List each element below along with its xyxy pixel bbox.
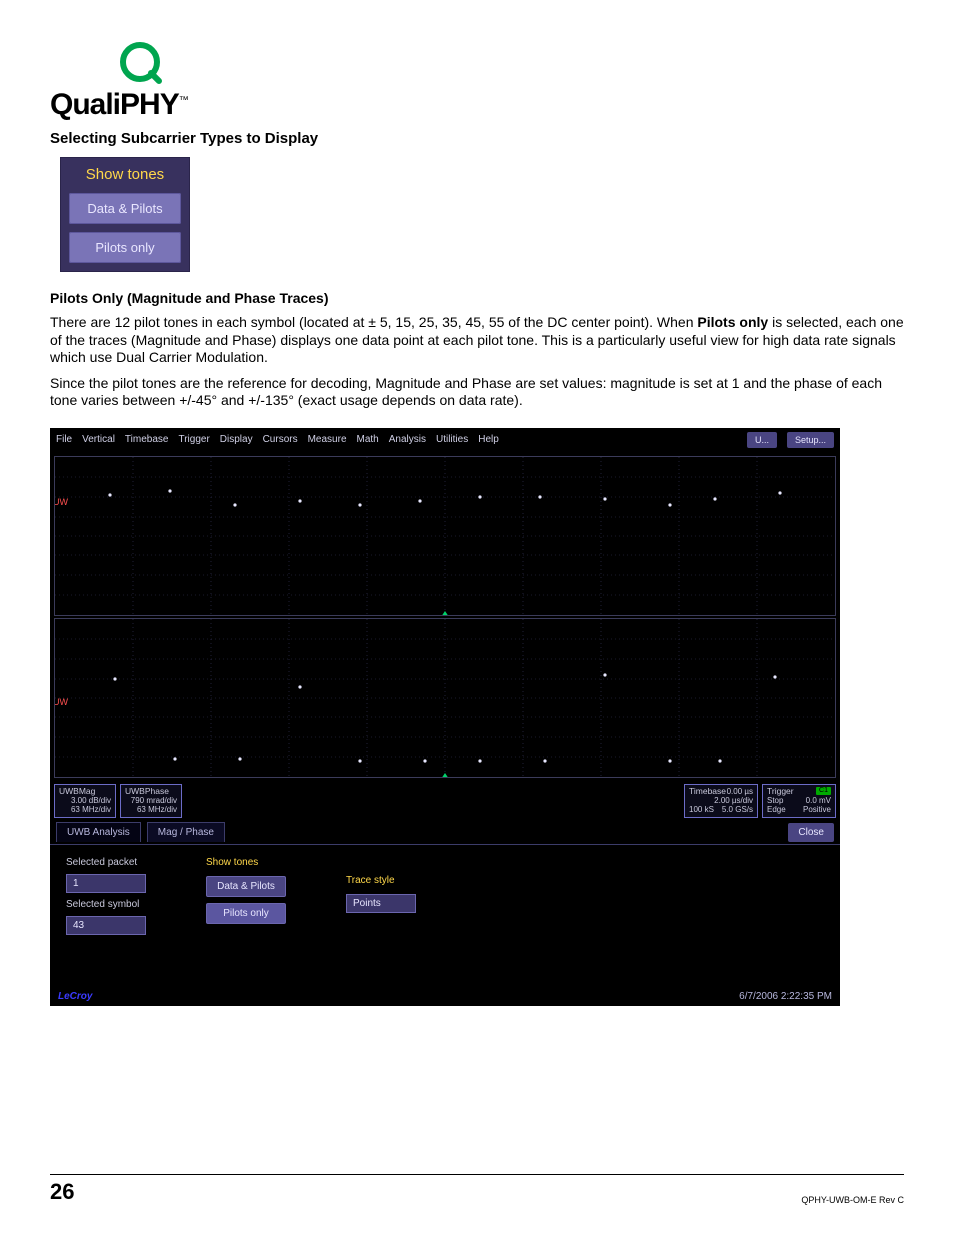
menu-help[interactable]: Help [478,434,499,445]
uw-label-mag: UW [54,497,68,507]
menu-timebase[interactable]: Timebase [125,434,169,445]
qualiphy-wordmark: QualiPHY™ [50,88,188,122]
paragraph-2: Since the pilot tones are the reference … [50,375,904,410]
dialog-tabbar: UWB Analysis Mag / Phase Close [50,822,840,844]
dialog-pilots-only-button[interactable]: Pilots only [206,903,286,924]
uw-label-phase: UW [54,697,68,707]
scope-screenshot: File Vertical Timebase Trigger Display C… [50,428,840,1006]
section-heading: Selecting Subcarrier Types to Display [50,130,904,147]
setup-button[interactable]: Setup... [787,432,834,448]
qualiphy-logo: QualiPHY™ [50,40,904,122]
descriptor-row: UWBMag 3.00 dB/div 63 MHz/div UWBPhase 7… [50,780,840,822]
show-tones-panel: Show tones Data & Pilots Pilots only [60,157,190,272]
close-dialog-button[interactable]: Close [788,823,834,842]
trace-style-label: Trace style [346,875,416,886]
menu-trigger[interactable]: Trigger [178,434,209,445]
paragraph-1: There are 12 pilot tones in each symbol … [50,314,904,367]
uwbmag-descriptor[interactable]: UWBMag 3.00 dB/div 63 MHz/div [54,784,116,818]
page-footer: 26 QPHY-UWB-OM-E Rev C [50,1174,904,1205]
scope-footer: LeCroy 6/7/2006 2:22:35 PM [50,987,840,1006]
tab-mag-phase[interactable]: Mag / Phase [147,822,225,842]
dialog-show-tones-title: Show tones [206,857,286,868]
trigger-caret-phase [441,773,449,778]
menu-math[interactable]: Math [357,434,379,445]
trigger-descriptor[interactable]: TriggerC1 Stop0.0 mV EdgePositive [762,784,836,818]
menu-vertical[interactable]: Vertical [82,434,115,445]
scope-timestamp: 6/7/2006 2:22:35 PM [739,991,832,1002]
scope-brand: LeCroy [58,991,92,1002]
tab-uwb-analysis[interactable]: UWB Analysis [56,822,141,842]
doc-rev: QPHY-UWB-OM-E Rev C [801,1195,904,1205]
timebase-descriptor[interactable]: Timebase0.00 µs 2.00 µs/div 100 kS5.0 GS… [684,784,758,818]
page-number: 26 [50,1179,74,1205]
selected-symbol-input[interactable] [66,916,146,935]
menu-cursors[interactable]: Cursors [263,434,298,445]
menu-display[interactable]: Display [220,434,253,445]
mag-phase-dialog: Selected packet Selected symbol Show ton… [50,844,840,987]
trigger-caret-mag [441,611,449,616]
uwbphase-descriptor[interactable]: UWBPhase 790 mrad/div 63 MHz/div [120,784,182,818]
show-tones-title: Show tones [69,166,181,183]
menu-utilities[interactable]: Utilities [436,434,468,445]
undo-button[interactable]: U... [747,432,777,448]
selected-packet-input[interactable] [66,874,146,893]
menu-file[interactable]: File [56,434,72,445]
menu-measure[interactable]: Measure [308,434,347,445]
phase-graticule: UW [54,618,836,778]
selected-packet-label: Selected packet [66,857,146,868]
dialog-data-pilots-button[interactable]: Data & Pilots [206,876,286,897]
menu-analysis[interactable]: Analysis [389,434,426,445]
qualiphy-logo-mark [110,40,170,90]
scope-menubar: File Vertical Timebase Trigger Display C… [50,428,840,452]
data-and-pilots-button[interactable]: Data & Pilots [69,193,181,224]
pilots-only-button[interactable]: Pilots only [69,232,181,263]
sub-heading: Pilots Only (Magnitude and Phase Traces) [50,290,904,306]
magnitude-graticule: UW [54,456,836,616]
selected-symbol-label: Selected symbol [66,899,146,910]
trace-style-input[interactable] [346,894,416,913]
